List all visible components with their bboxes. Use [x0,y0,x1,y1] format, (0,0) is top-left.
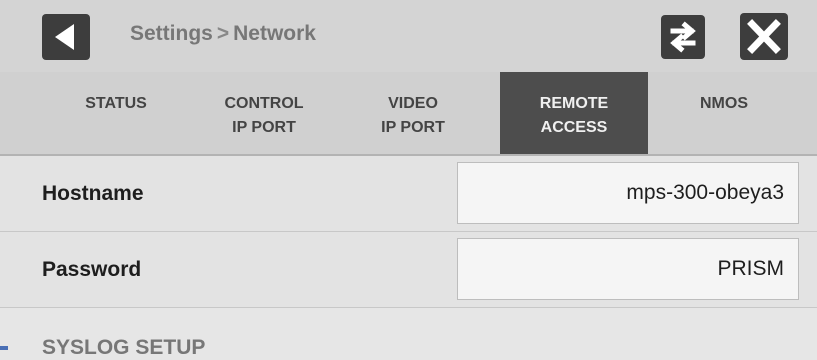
hostname-row: Hostname mps-300-obeya3 [0,156,817,232]
scroll-indicator [0,346,8,350]
swap-arrows-icon [670,21,696,53]
tab-bar: STATUS CONTROL IP PORT VIDEO IP PORT REM… [0,72,817,156]
close-x-icon [747,19,781,54]
breadcrumb: Settings > Network [130,22,316,46]
password-label: Password [42,258,142,281]
tab-control-ip-port[interactable]: CONTROL IP PORT [190,72,338,154]
back-button[interactable] [42,14,90,60]
breadcrumb-separator: > [216,22,230,45]
tab-nmos[interactable]: NMOS [650,72,798,154]
tab-remote-access[interactable]: REMOTE ACCESS [500,72,648,154]
breadcrumb-parent[interactable]: Settings [130,22,213,45]
syslog-setup-heading: SYSLOG SETUP [42,336,206,359]
close-button[interactable] [740,13,788,60]
password-field[interactable]: PRISM [457,238,799,300]
back-arrow-icon [55,24,74,50]
hostname-field[interactable]: mps-300-obeya3 [457,162,799,224]
hostname-label: Hostname [42,182,144,205]
tab-video-ip-port[interactable]: VIDEO IP PORT [339,72,487,154]
breadcrumb-current: Network [233,22,316,45]
title-bar: Settings > Network [0,0,817,72]
tab-status[interactable]: STATUS [42,72,190,154]
swap-button[interactable] [661,15,705,59]
password-row: Password PRISM [0,232,817,308]
